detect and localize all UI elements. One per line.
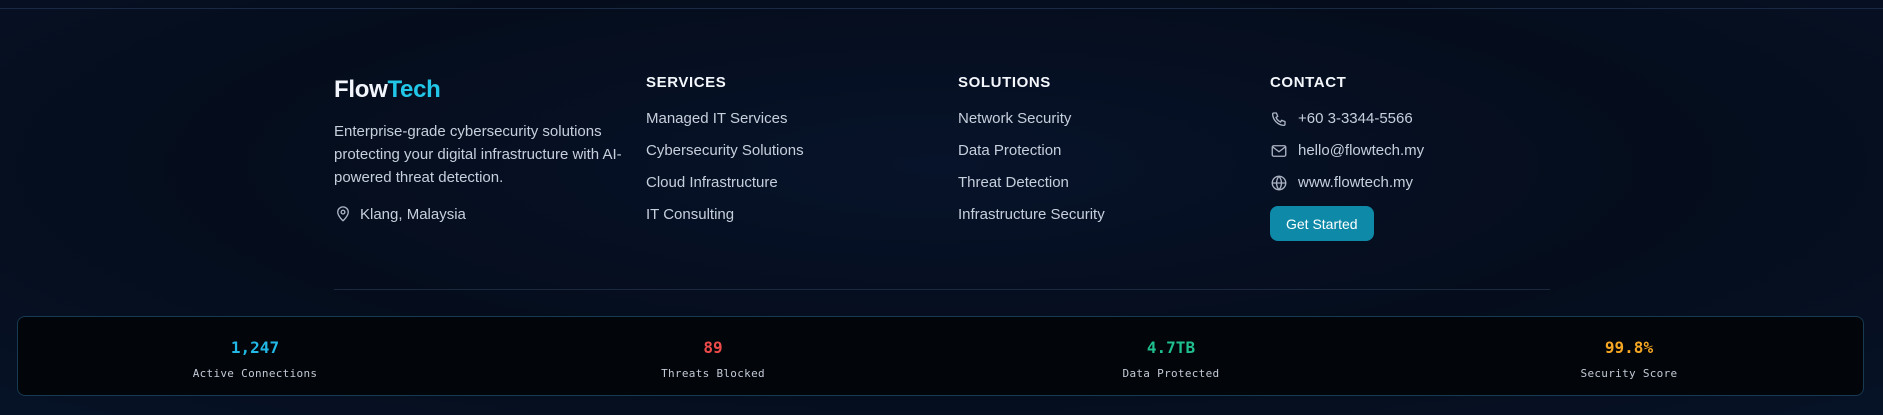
contact-phone-text: +60 3-3344-5566 — [1298, 110, 1413, 127]
service-link-consulting[interactable]: IT Consulting — [646, 204, 804, 236]
brand-name-part2: Tech — [387, 76, 441, 103]
contact-phone[interactable]: +60 3-3344-5566 — [1270, 108, 1424, 140]
contact-website-text: www.flowtech.my — [1298, 174, 1414, 191]
stat-value: 4.7TB — [1146, 338, 1196, 357]
solutions-title: SOLUTIONS — [958, 74, 1051, 91]
site-footer: FlowTech Enterprise-grade cybersecurity … — [334, 0, 1550, 290]
stat-label: Threats Blocked — [661, 367, 765, 380]
stat-active-connections: 1,247 Active Connections — [105, 317, 405, 397]
stats-bar: 1,247 Active Connections 89 Threats Bloc… — [17, 316, 1864, 396]
stat-value: 99.8% — [1604, 338, 1654, 357]
contact-title: CONTACT — [1270, 74, 1347, 91]
contact-email[interactable]: hello@flowtech.my — [1270, 140, 1424, 172]
phone-icon — [1270, 110, 1288, 128]
service-link-cloud[interactable]: Cloud Infrastructure — [646, 172, 804, 204]
brand-logo[interactable]: FlowTech — [334, 76, 441, 104]
brand-name-part1: Flow — [334, 76, 388, 103]
services-links: Managed IT Services Cybersecurity Soluti… — [646, 108, 804, 236]
stat-label: Security Score — [1580, 367, 1678, 380]
globe-icon — [1270, 174, 1288, 192]
services-title: SERVICES — [646, 74, 727, 91]
service-link-cybersecurity[interactable]: Cybersecurity Solutions — [646, 140, 804, 172]
contact-list: +60 3-3344-5566 hello@flowtech.my www.fl… — [1270, 108, 1424, 204]
mail-icon — [1270, 142, 1288, 160]
brand-description: Enterprise-grade cybersecurity solutions… — [334, 123, 622, 186]
contact-website[interactable]: www.flowtech.my — [1270, 172, 1424, 204]
footer-divider — [334, 289, 1550, 290]
stat-label: Data Protected — [1122, 367, 1220, 380]
solution-link-network-security[interactable]: Network Security — [958, 108, 1105, 140]
solution-link-data-protection[interactable]: Data Protection — [958, 140, 1105, 172]
stat-data-protected: 4.7TB Data Protected — [1021, 317, 1321, 397]
map-pin-icon — [334, 205, 352, 223]
service-link-managed-it[interactable]: Managed IT Services — [646, 108, 804, 140]
location-text: Klang, Malaysia — [360, 205, 466, 223]
stat-security-score: 99.8% Security Score — [1479, 317, 1779, 397]
contact-email-text: hello@flowtech.my — [1298, 142, 1425, 159]
stat-value: 1,247 — [230, 338, 280, 357]
get-started-button[interactable]: Get Started — [1270, 206, 1374, 241]
stat-value: 89 — [703, 338, 723, 357]
solution-link-threat-detection[interactable]: Threat Detection — [958, 172, 1105, 204]
solutions-links: Network Security Data Protection Threat … — [958, 108, 1105, 236]
stat-threats-blocked: 89 Threats Blocked — [563, 317, 863, 397]
solution-link-infrastructure-security[interactable]: Infrastructure Security — [958, 204, 1105, 236]
stat-label: Active Connections — [192, 367, 318, 380]
location: Klang, Malaysia — [334, 205, 466, 223]
